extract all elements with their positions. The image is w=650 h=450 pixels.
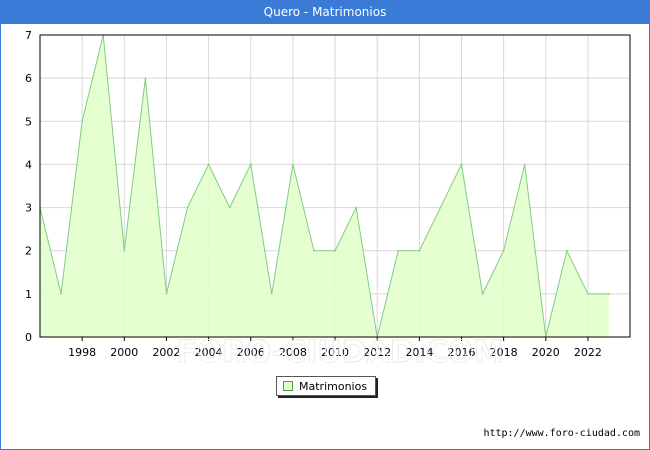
- data-point: [186, 206, 189, 209]
- data-point: [334, 249, 336, 252]
- x-tick-label: 1998: [68, 346, 96, 359]
- y-tick-label: 3: [25, 202, 32, 215]
- data-point: [608, 293, 610, 295]
- data-point: [502, 249, 505, 252]
- data-point: [81, 120, 83, 123]
- data-point: [313, 249, 315, 252]
- legend-swatch-icon: [283, 381, 293, 391]
- data-point: [60, 293, 62, 295]
- x-tick-label: 2000: [110, 346, 138, 359]
- y-tick-label: 0: [25, 331, 32, 344]
- data-point: [271, 293, 273, 295]
- data-point: [144, 77, 147, 79]
- data-point: [207, 163, 210, 166]
- y-tick-label: 7: [25, 29, 32, 42]
- data-point: [292, 163, 294, 166]
- data-point: [587, 293, 589, 295]
- data-point: [566, 249, 568, 252]
- y-tick-label: 2: [25, 245, 32, 258]
- data-point: [460, 163, 463, 166]
- legend: Matrimonios: [276, 376, 377, 396]
- data-point: [523, 163, 526, 166]
- data-point: [123, 249, 126, 252]
- y-tick-label: 1: [25, 288, 32, 301]
- legend-label: Matrimonios: [299, 379, 368, 393]
- data-point: [418, 249, 421, 252]
- y-tick-label: 5: [25, 115, 32, 128]
- y-tick-label: 6: [25, 72, 32, 85]
- data-point: [249, 163, 252, 166]
- data-point: [481, 293, 484, 295]
- data-point: [397, 249, 400, 252]
- x-tick-label: 2022: [574, 346, 602, 359]
- data-point: [228, 206, 231, 209]
- data-point: [165, 293, 168, 295]
- data-point: [439, 206, 442, 209]
- y-tick-label: 4: [25, 158, 32, 171]
- watermark: FORO-CIUDAD.COM: [177, 335, 504, 370]
- x-tick-label: 2020: [532, 346, 560, 359]
- data-point: [355, 206, 357, 209]
- source-url: http://www.foro-ciudad.com: [483, 428, 640, 439]
